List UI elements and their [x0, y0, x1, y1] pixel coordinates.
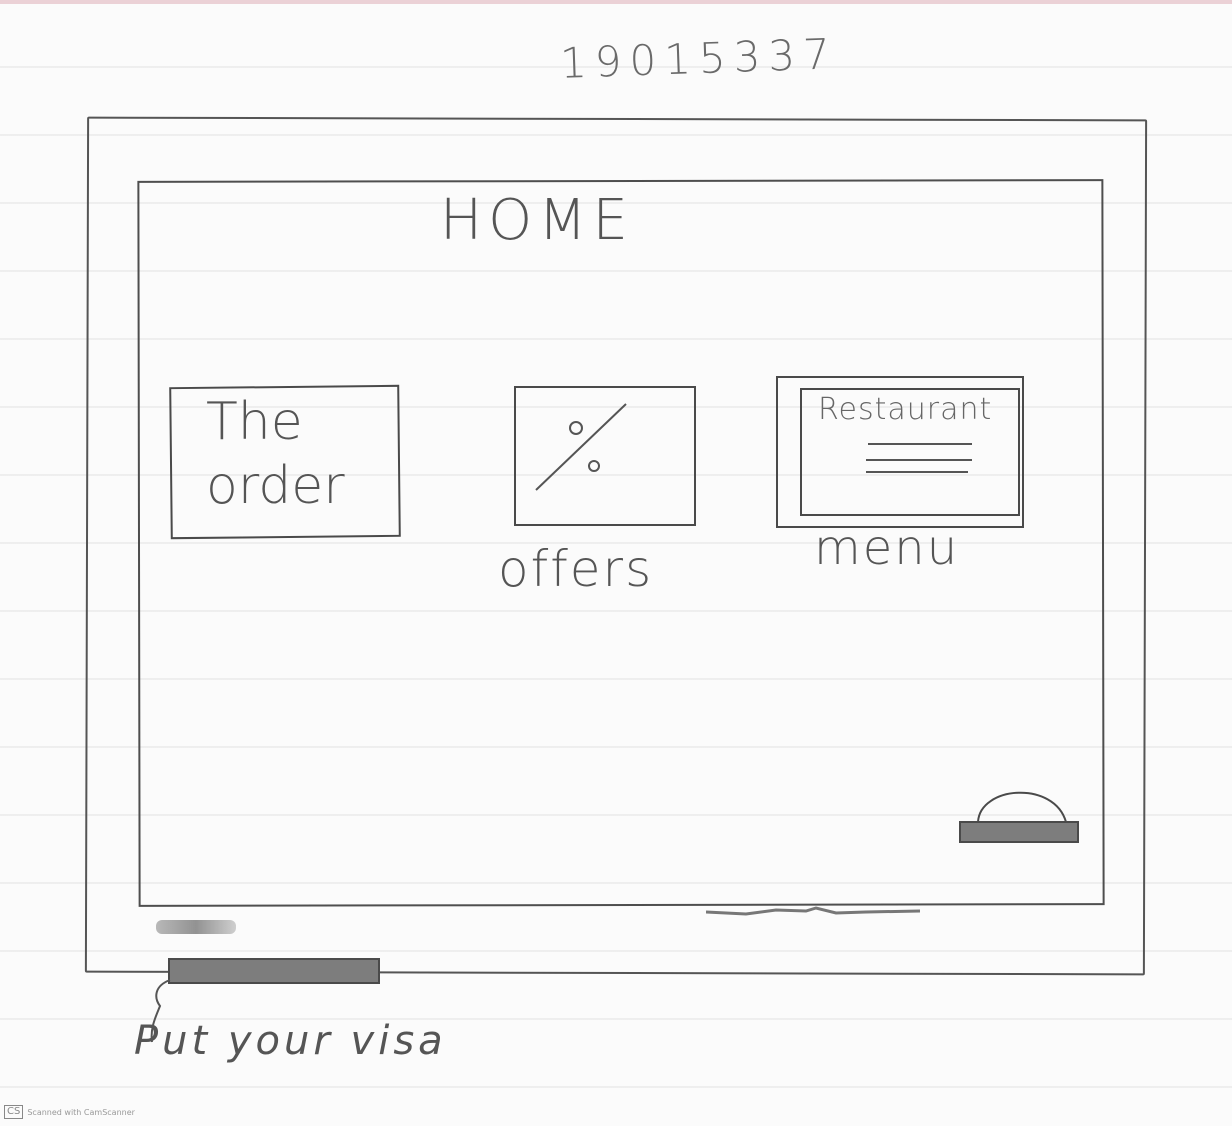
pencil-smudge-mid — [706, 906, 920, 916]
visa-input-bar[interactable] — [168, 958, 380, 984]
menu-lines-icon — [866, 443, 972, 473]
page-title: HOME — [440, 188, 634, 253]
order-label-line2: order — [206, 456, 345, 516]
scanner-watermark: CS Scanned with CamScanner — [4, 1104, 135, 1120]
percent-icon — [535, 403, 627, 491]
order-label-line1: The — [206, 392, 303, 452]
camscanner-logo: CS — [4, 1105, 24, 1119]
paper-top-edge — [0, 0, 1232, 4]
camscanner-text: Scanned with CamScanner — [27, 1107, 135, 1117]
student-id: 19015337 — [559, 29, 839, 88]
dome-icon[interactable] — [956, 776, 1080, 846]
pencil-smudge-left — [156, 920, 236, 934]
offers-label: offers — [498, 540, 654, 598]
menu-label: menu — [814, 520, 960, 576]
restaurant-card-label: Restaurant — [818, 392, 993, 427]
visa-label: Put your visa — [134, 1018, 447, 1064]
order-button-label: The order — [206, 390, 396, 518]
